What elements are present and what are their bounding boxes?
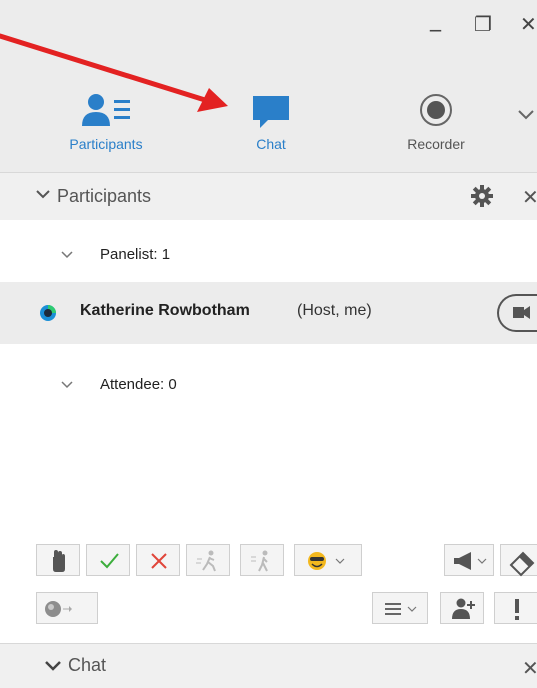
tab-participants[interactable]: Participants — [51, 88, 161, 152]
video-camera-button[interactable] — [497, 294, 537, 332]
participant-status-icon — [40, 305, 56, 321]
participant-row[interactable]: Katherine Rowbotham (Host, me) — [0, 282, 537, 344]
participants-panel-title: Participants — [57, 186, 152, 206]
list-icon — [385, 603, 417, 615]
megaphone-icon — [454, 552, 487, 570]
eraser-icon — [509, 551, 535, 577]
chevron-down-icon[interactable] — [516, 108, 536, 122]
chat-panel-title: Chat — [68, 655, 107, 675]
raise-hand-icon — [53, 550, 65, 572]
emoticon-button[interactable] — [294, 544, 362, 576]
go-slower-icon — [251, 550, 268, 572]
megaphone-button[interactable] — [444, 544, 494, 576]
tab-chat[interactable]: Chat — [216, 88, 326, 152]
minimize-button[interactable]: _ — [430, 9, 441, 31]
go-faster-icon — [196, 550, 216, 572]
raise-hand-button[interactable] — [36, 544, 80, 576]
chevron-down-icon[interactable] — [60, 249, 74, 261]
top-ribbon: _ ❐ ✕ Participants Chat Recorder — [0, 0, 537, 172]
group-panelist-label: Panelist: 1 — [100, 246, 171, 263]
tab-participants-label: Participants — [69, 136, 143, 152]
eraser-button[interactable] — [500, 544, 537, 577]
participant-role: (Host, me) — [297, 302, 372, 319]
record-icon — [420, 94, 452, 126]
group-panelist[interactable]: Panelist: 1 — [0, 236, 537, 276]
group-attendee[interactable]: Attendee: 0 — [0, 366, 537, 406]
close-window-button[interactable]: ✕ — [520, 14, 537, 34]
chevron-down-icon[interactable] — [35, 187, 51, 201]
chevron-down-icon[interactable] — [60, 379, 74, 391]
participants-icon — [82, 94, 130, 126]
restore-button[interactable]: ❐ — [474, 14, 492, 34]
audio-toggle-button[interactable] — [36, 592, 98, 624]
chevron-down-icon[interactable] — [44, 659, 62, 673]
x-mark-icon — [151, 553, 167, 569]
audio-toggle-icon — [45, 601, 72, 617]
chat-bubble-icon — [253, 96, 289, 128]
close-participants-button[interactable]: ✕ — [522, 185, 537, 209]
checkmark-icon — [100, 553, 119, 569]
participant-name: Katherine Rowbotham — [80, 302, 250, 319]
yes-button[interactable] — [86, 544, 130, 576]
chat-panel-header[interactable]: Chat ✕ — [0, 643, 537, 688]
add-user-button[interactable] — [440, 592, 484, 624]
group-attendee-label: Attendee: 0 — [100, 376, 177, 393]
no-button[interactable] — [136, 544, 180, 576]
participants-panel-header[interactable]: Participants ✕ — [0, 172, 537, 220]
alert-icon — [515, 599, 519, 620]
add-user-icon — [452, 598, 475, 619]
alert-button[interactable] — [494, 592, 537, 624]
tab-chat-label: Chat — [256, 136, 286, 152]
tab-recorder-label: Recorder — [407, 136, 465, 152]
go-slower-button[interactable] — [240, 544, 284, 576]
gear-icon[interactable] — [470, 184, 494, 208]
emoticon-icon — [308, 552, 345, 570]
go-faster-button[interactable] — [186, 544, 230, 576]
close-chat-button[interactable]: ✕ — [522, 656, 537, 680]
tab-recorder[interactable]: Recorder — [381, 88, 491, 152]
list-button[interactable] — [372, 592, 428, 624]
video-camera-icon — [513, 306, 530, 319]
